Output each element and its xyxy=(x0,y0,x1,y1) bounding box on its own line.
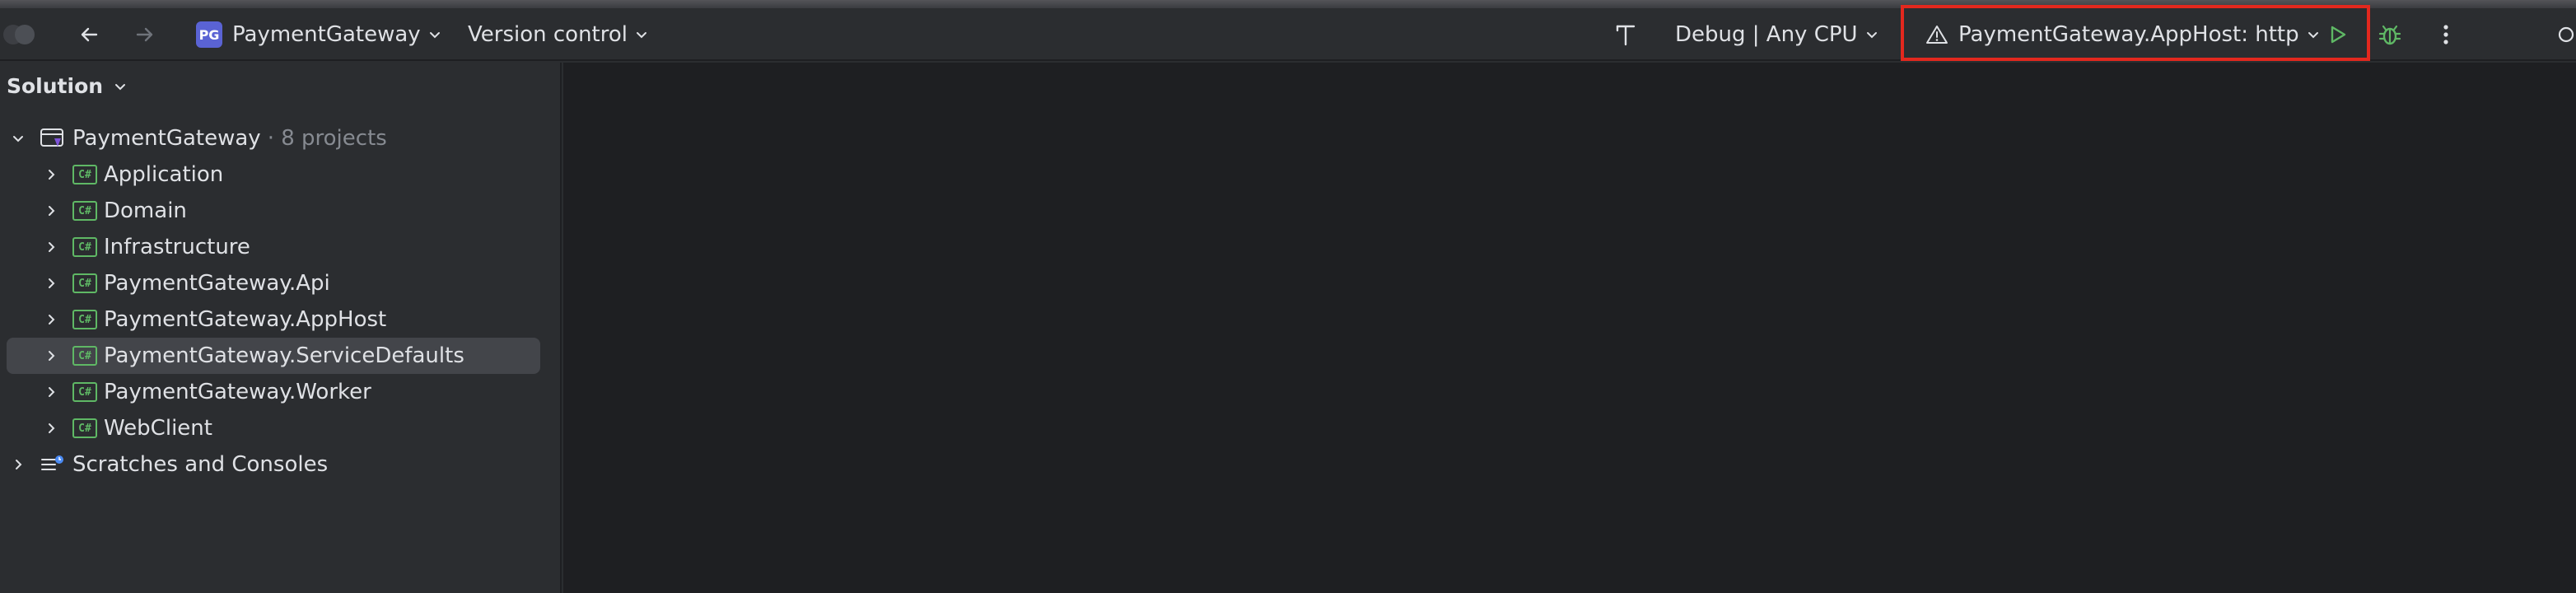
back-button[interactable] xyxy=(72,18,105,51)
csharp-project-icon: C# xyxy=(72,310,97,329)
project-label: WebClient xyxy=(104,416,212,441)
more-actions-button[interactable] xyxy=(2429,18,2462,51)
project-count: · 8 projects xyxy=(267,126,387,151)
chevron-down-icon xyxy=(113,79,128,94)
hammer-icon xyxy=(1616,25,1636,46)
project-label: Domain xyxy=(104,198,187,223)
build-config-label: Debug | Any CPU xyxy=(1675,22,1858,47)
user-icon[interactable] xyxy=(2553,18,2576,51)
scratches-icon xyxy=(40,453,66,476)
csharp-project-icon: C# xyxy=(72,237,97,257)
build-button[interactable] xyxy=(1609,18,1642,51)
chevron-down-icon xyxy=(634,27,649,42)
build-config-selector[interactable]: Debug | Any CPU xyxy=(1675,20,1879,49)
window-control-icon[interactable] xyxy=(15,25,35,44)
project-label: PaymentGateway.ServiceDefaults xyxy=(104,343,464,368)
project-label: PaymentGateway.Worker xyxy=(104,380,371,404)
project-switcher[interactable]: PG PaymentGateway xyxy=(196,20,442,49)
chevron-down-icon xyxy=(1864,27,1879,42)
editor-area[interactable] xyxy=(563,63,2576,593)
chevron-right-icon[interactable] xyxy=(43,420,59,437)
project-label: Infrastructure xyxy=(104,235,250,259)
ide-window: PG PaymentGateway Version control Debug … xyxy=(0,0,2576,593)
project-badge: PG xyxy=(196,21,222,48)
chevron-right-icon[interactable] xyxy=(43,203,59,219)
csharp-project-icon: C# xyxy=(72,273,97,293)
chevron-right-icon[interactable] xyxy=(43,275,59,292)
tree-item-scratches[interactable]: Scratches and Consoles xyxy=(0,446,562,483)
solution-panel: Solution PaymentGateway · 8 projects C# … xyxy=(0,63,562,593)
csharp-project-icon: C# xyxy=(72,382,97,402)
solution-name: PaymentGateway xyxy=(72,126,261,151)
tree-item-project[interactable]: C# Domain xyxy=(0,193,562,229)
csharp-project-icon: C# xyxy=(72,201,97,221)
chevron-right-icon[interactable] xyxy=(43,384,59,400)
tree-item-project-selected[interactable]: C# PaymentGateway.ServiceDefaults xyxy=(7,338,540,374)
arrow-right-icon xyxy=(136,27,153,42)
chevron-down-icon xyxy=(427,27,442,42)
project-name: PaymentGateway xyxy=(232,22,421,47)
chevron-down-icon[interactable] xyxy=(10,130,26,147)
bug-icon xyxy=(2378,25,2401,45)
tree-root-solution[interactable]: PaymentGateway · 8 projects xyxy=(0,120,562,156)
run-config-highlight xyxy=(1901,5,2370,61)
solution-icon xyxy=(40,127,66,150)
arrow-left-icon xyxy=(81,27,98,42)
tree-item-project[interactable]: C# PaymentGateway.Worker xyxy=(0,374,562,410)
tree-item-project[interactable]: C# Infrastructure xyxy=(0,229,562,265)
chevron-right-icon[interactable] xyxy=(10,456,26,473)
csharp-project-icon: C# xyxy=(72,165,97,184)
tree-item-project[interactable]: C# Application xyxy=(0,156,562,193)
chevron-right-icon[interactable] xyxy=(43,239,59,255)
tree-item-project[interactable]: C# WebClient xyxy=(0,410,562,446)
kebab-menu-icon xyxy=(2443,25,2448,44)
debug-button[interactable] xyxy=(2373,18,2406,51)
version-control-menu[interactable]: Version control xyxy=(468,20,649,49)
project-label: PaymentGateway.AppHost xyxy=(104,307,387,332)
version-control-label: Version control xyxy=(468,22,628,47)
csharp-project-icon: C# xyxy=(72,418,97,438)
panel-title: Solution xyxy=(7,74,104,98)
chevron-right-icon[interactable] xyxy=(43,311,59,328)
forward-button[interactable] xyxy=(128,18,161,51)
tree-item-project[interactable]: C# PaymentGateway.Api xyxy=(0,265,562,301)
csharp-project-icon: C# xyxy=(72,346,97,366)
solution-panel-header[interactable]: Solution xyxy=(7,74,128,98)
project-label: Application xyxy=(104,162,224,187)
tree-item-project[interactable]: C# PaymentGateway.AppHost xyxy=(0,301,562,338)
chevron-right-icon[interactable] xyxy=(43,348,59,364)
chevron-right-icon[interactable] xyxy=(43,166,59,183)
scratches-label: Scratches and Consoles xyxy=(72,452,329,477)
project-label: PaymentGateway.Api xyxy=(104,271,330,296)
